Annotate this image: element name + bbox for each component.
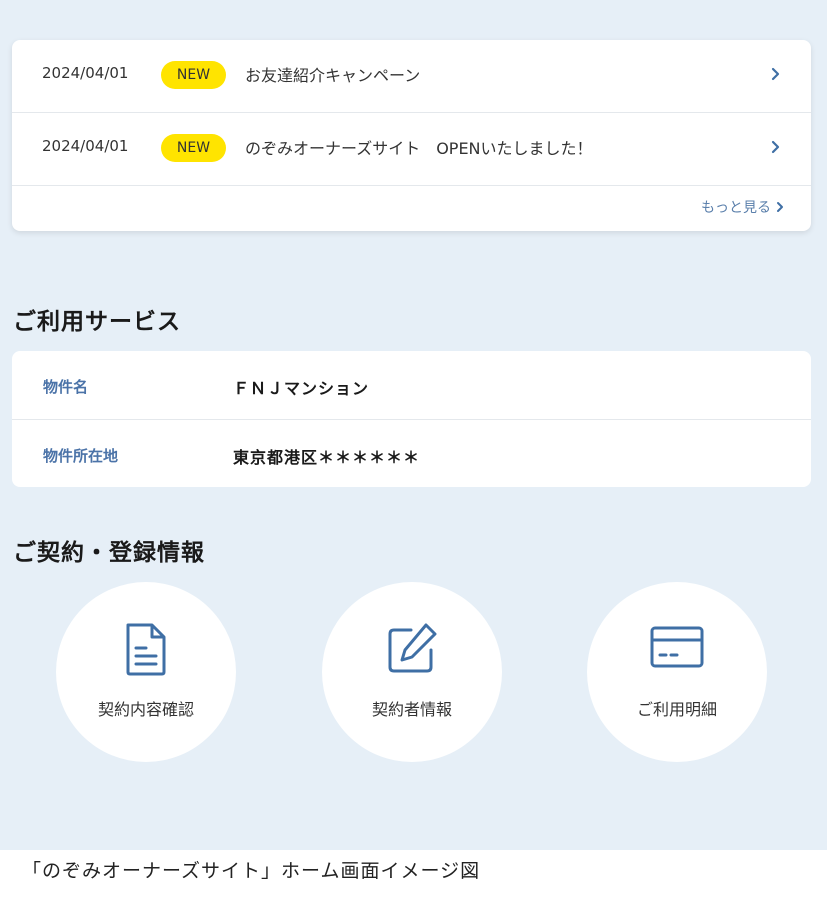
service-card: 物件名 ＦＮＪマンション 物件所在地 東京都港区＊＊＊＊＊＊ [12,351,811,487]
property-address-label: 物件所在地 [43,447,119,465]
news-title: お友達紹介キャンペーン [245,66,421,85]
more-news-label: もっと見る [701,200,771,216]
news-card: 2024/04/01 NEW お友達紹介キャンペーン 2024/04/01 NE… [12,40,811,231]
property-name-label: 物件名 [43,378,89,396]
news-item[interactable]: 2024/04/01 NEW お友達紹介キャンペーン [12,40,811,113]
home-screen: 2024/04/01 NEW お友達紹介キャンペーン 2024/04/01 NE… [0,0,827,850]
chevron-right-icon [771,67,780,81]
new-badge: NEW [161,61,226,89]
document-icon [126,623,166,676]
property-name-value: ＦＮＪマンション [233,379,370,398]
contract-details-label: 契約内容確認 [97,700,194,719]
more-news-link[interactable]: もっと見る [701,197,785,217]
news-date: 2024/04/01 [42,137,129,155]
chevron-right-icon [777,202,783,212]
services-heading: ご利用サービス [13,309,181,335]
contractor-info-button[interactable]: 契約者情報 [322,582,502,762]
figure-caption: 「のぞみオーナーズサイト」ホーム画面イメージ図 [22,860,481,882]
contract-heading: ご契約・登録情報 [13,540,205,566]
chevron-right-icon [771,140,780,154]
news-item[interactable]: 2024/04/01 NEW のぞみオーナーズサイト OPENいたしました！ [12,113,811,186]
usage-statement-label: ご利用明細 [636,700,717,719]
new-badge: NEW [161,134,226,162]
news-date: 2024/04/01 [42,64,129,82]
contractor-info-label: 契約者情報 [371,700,452,719]
contract-details-button[interactable]: 契約内容確認 [56,582,236,762]
news-title: のぞみオーナーズサイト OPENいたしました！ [245,139,593,158]
property-address-value: 東京都港区＊＊＊＊＊＊ [233,448,421,467]
card-icon [650,626,704,668]
property-name-row: 物件名 ＦＮＪマンション [12,351,811,420]
edit-icon [388,623,437,673]
property-address-row: 物件所在地 東京都港区＊＊＊＊＊＊ [12,420,811,488]
usage-statement-button[interactable]: ご利用明細 [587,582,767,762]
